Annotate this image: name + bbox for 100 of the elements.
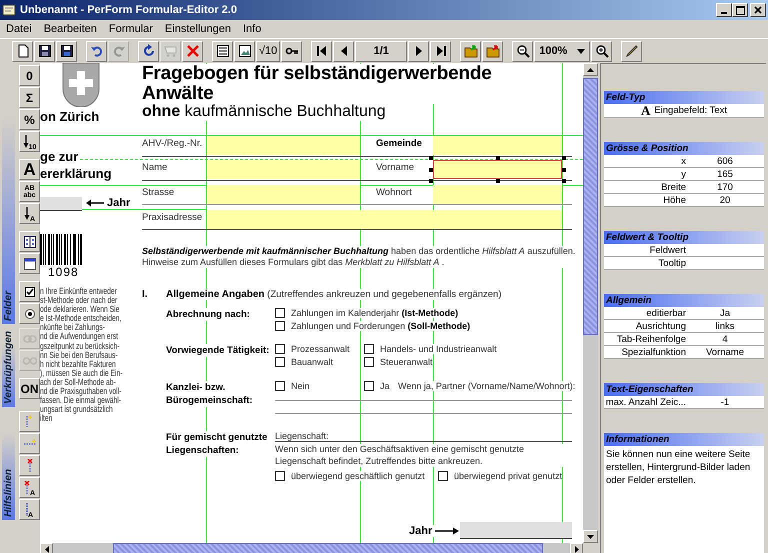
minimize-button[interactable] — [716, 3, 732, 17]
property-row[interactable]: y 165 — [604, 168, 764, 181]
new-button[interactable] — [12, 40, 33, 62]
menu-item[interactable]: Info — [242, 22, 262, 34]
resize-handle[interactable] — [429, 168, 433, 172]
year-field[interactable] — [40, 197, 82, 211]
date-tool-button[interactable] — [19, 253, 40, 274]
scroll-up-button[interactable] — [583, 63, 598, 76]
property-row[interactable]: Spezialfunktion Vorname — [604, 346, 764, 359]
next-button[interactable] — [408, 40, 430, 62]
form-subtitle: ohne kaufmännische Buchhaltung — [142, 103, 386, 121]
resize-handle[interactable] — [429, 179, 433, 183]
menu-item[interactable]: Einstellungen — [164, 22, 231, 34]
text-field-icon: A — [640, 102, 650, 118]
scroll-left-button[interactable] — [40, 543, 53, 553]
resize-handle[interactable] — [429, 156, 433, 160]
barcode-drawing — [40, 234, 82, 265]
close-icon — [754, 6, 762, 14]
side-text-line: nkünfte bei Zahlungs- — [40, 323, 105, 332]
refresh-button[interactable] — [138, 40, 159, 62]
number-tool-button[interactable]: 0 — [19, 65, 40, 86]
checkbox[interactable] — [275, 308, 285, 318]
resize-handle[interactable] — [562, 168, 566, 172]
property-value: 170 — [717, 182, 733, 192]
property-row[interactable]: max. Anzahl Zeic... -1 — [604, 396, 764, 409]
save-as-button[interactable] — [56, 40, 77, 62]
image-button[interactable] — [234, 40, 255, 62]
checkbox[interactable] — [275, 357, 285, 367]
radio-tool-button[interactable] — [19, 303, 40, 324]
checkbox[interactable] — [438, 471, 448, 481]
last-button[interactable] — [430, 40, 452, 62]
resize-handle[interactable] — [496, 179, 500, 183]
first-button[interactable] — [311, 40, 332, 62]
resize-handle[interactable] — [562, 156, 566, 160]
menu-item[interactable]: Bearbeiten — [44, 22, 97, 34]
page-number-field[interactable]: 1/1 — [355, 40, 408, 62]
input-field[interactable] — [207, 185, 360, 204]
property-row[interactable]: Ausrichtung links — [604, 320, 764, 333]
resize-handle[interactable] — [496, 156, 500, 160]
guide-vertical-tool-button[interactable] — [19, 410, 40, 432]
property-value: links — [715, 320, 734, 332]
zoom-dropdown[interactable]: 100% — [534, 40, 590, 62]
section-number: I. — [142, 289, 148, 300]
resize-handle[interactable] — [562, 179, 566, 183]
zoom-in-button[interactable] — [591, 40, 612, 62]
property-row[interactable]: editierbar Ja — [604, 307, 764, 320]
checkbox[interactable] — [364, 357, 374, 367]
option-label: Nein — [291, 381, 310, 391]
zoom-out-button[interactable] — [512, 40, 534, 62]
sum-tool-button[interactable]: Σ — [19, 87, 40, 108]
input-field[interactable] — [433, 136, 562, 155]
property-value: 20 — [720, 194, 730, 206]
input-field[interactable] — [207, 136, 360, 155]
checkbox[interactable] — [364, 344, 374, 354]
percent-tool-button[interactable]: % — [19, 109, 40, 130]
import-button[interactable] — [460, 40, 482, 62]
property-row[interactable]: Höhe 20 — [604, 194, 764, 207]
checkbox[interactable] — [364, 381, 374, 391]
maximize-button[interactable] — [732, 3, 748, 17]
form-button[interactable] — [212, 40, 233, 62]
delete-icon — [186, 44, 200, 58]
property-row[interactable]: Feldwert — [604, 244, 764, 257]
list-tool-button[interactable] — [19, 231, 40, 252]
toggle-tool-button[interactable]: ON — [19, 378, 40, 399]
input-field[interactable] — [433, 160, 562, 179]
menu-item[interactable]: Datei — [6, 22, 32, 34]
scrollbar-thumb[interactable] — [583, 78, 598, 335]
scroll-down-button[interactable] — [583, 530, 598, 543]
maximize-icon — [736, 6, 744, 14]
export-button[interactable] — [482, 40, 504, 62]
property-row[interactable]: Breite 170 — [604, 181, 764, 194]
year-field[interactable] — [460, 522, 572, 539]
delete-button[interactable] — [182, 40, 203, 62]
side-text-line: ), müssen Sie auch die Ein- — [40, 368, 124, 378]
close-button[interactable] — [750, 3, 766, 17]
input-field[interactable] — [207, 160, 360, 179]
pen-button[interactable] — [621, 40, 642, 62]
field-label: AHV-/Reg.-Nr. — [142, 138, 202, 149]
checkbox[interactable] — [275, 471, 285, 481]
menu-item[interactable]: Formular — [108, 22, 153, 34]
checkbox[interactable] — [275, 321, 285, 331]
save-button[interactable] — [34, 40, 55, 62]
side-text-line: e Ist-Methode entscheiden, — [40, 314, 122, 324]
checkbox[interactable] — [275, 381, 285, 391]
property-row[interactable]: Tab-Reihenfolge 4 — [604, 333, 764, 346]
property-row[interactable]: x 606 — [604, 155, 764, 168]
undo-button[interactable] — [86, 40, 107, 62]
scrollbar-thumb[interactable] — [113, 543, 543, 553]
input-field[interactable] — [207, 210, 562, 229]
formula-button[interactable]: √10 — [256, 40, 280, 62]
text-tool-button[interactable]: A — [19, 159, 40, 180]
previous-button[interactable] — [333, 40, 354, 62]
property-row[interactable]: Tooltip — [604, 257, 764, 270]
key-button[interactable] — [281, 40, 302, 62]
input-field[interactable] — [433, 185, 562, 204]
scroll-right-button[interactable] — [570, 543, 583, 553]
checkbox[interactable] — [275, 344, 285, 354]
guide-delete-tool-button[interactable] — [19, 454, 40, 476]
checkbox-tool-button[interactable] — [19, 281, 40, 302]
guide-horizontal-tool-button[interactable] — [19, 432, 40, 454]
